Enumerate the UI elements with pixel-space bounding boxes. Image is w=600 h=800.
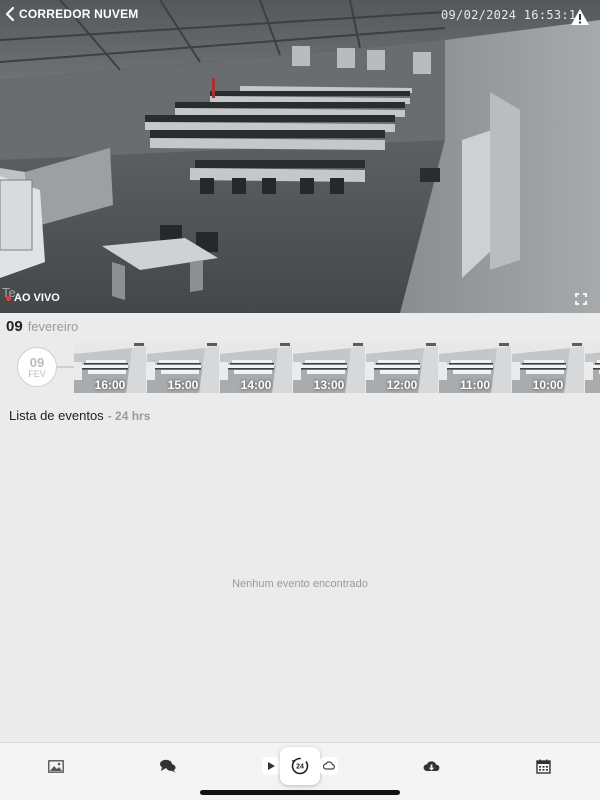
- tab-cloud-download[interactable]: [416, 755, 446, 777]
- thumbnail-time: 15:00: [167, 378, 199, 392]
- cloud-icon-small: [323, 761, 335, 770]
- recording-thumbnail[interactable]: 16:00: [74, 342, 146, 393]
- day-selector[interactable]: 09 FEV: [17, 347, 57, 387]
- live-label: AO VIVO: [14, 292, 60, 304]
- recording-thumbnail[interactable]: 13:00: [293, 342, 365, 393]
- tab-gallery[interactable]: [41, 755, 71, 777]
- recording-thumbnail[interactable]: 15:00: [147, 342, 219, 393]
- camera-title: CORREDOR NUVEM: [19, 7, 139, 21]
- warning-icon[interactable]: [570, 8, 590, 26]
- fullscreen-icon[interactable]: [575, 293, 587, 305]
- date-day: 09: [6, 318, 23, 335]
- chat-icon: [160, 759, 176, 773]
- thumbnail-time: 12:00: [386, 378, 418, 392]
- home-indicator[interactable]: [200, 790, 400, 795]
- cloud-playback-button[interactable]: [320, 757, 338, 775]
- live-badge: AO VIVO: [6, 292, 60, 304]
- calendar-icon: [535, 759, 551, 774]
- tab-chat[interactable]: [153, 755, 183, 777]
- camera-scene: [0, 0, 600, 313]
- thumbnail-time: 14:00: [240, 378, 272, 392]
- chevron-left-icon: [5, 6, 15, 22]
- back-button[interactable]: CORREDOR NUVEM: [4, 6, 138, 22]
- events-range: - 24 hrs: [107, 409, 151, 423]
- recording-thumbnail[interactable]: 14:00: [220, 342, 292, 393]
- play-button[interactable]: [262, 757, 280, 775]
- playback-controls: 24: [262, 747, 338, 785]
- recording-timeline: 09 FEV 16:00 15:00 14:00 13:00 12:00 11:…: [0, 342, 600, 394]
- thumbnail-time: 13:00: [313, 378, 345, 392]
- thumbnail-scene: [585, 342, 600, 393]
- thumbnail-time: 16:00: [94, 378, 126, 392]
- thumbnail-strip[interactable]: 16:00 15:00 14:00 13:00 12:00 11:00 10:0…: [74, 342, 600, 393]
- day-selector-month: FEV: [28, 368, 46, 379]
- recording-thumbnail[interactable]: 12:00: [366, 342, 438, 393]
- camera-view[interactable]: CORREDOR NUVEM 09/02/2024 16:53:1 Te AO …: [0, 0, 600, 313]
- cloud-download-icon: [423, 760, 439, 771]
- tab-calendar[interactable]: [528, 755, 558, 777]
- svg-text:24: 24: [296, 764, 304, 771]
- 24h-replay-icon: 24: [291, 757, 309, 775]
- day-selector-day: 09: [29, 354, 45, 370]
- events-heading: Lista de eventos - 24 hrs: [9, 408, 150, 423]
- replay-24h-button[interactable]: 24: [280, 747, 320, 785]
- timeline-connector: [57, 366, 74, 368]
- date-month: fevereiro: [27, 319, 79, 334]
- recording-thumbnail[interactable]: 10:00: [512, 342, 584, 393]
- recording-thumbnail[interactable]: [585, 342, 600, 393]
- image-icon: [48, 759, 64, 773]
- recording-thumbnail[interactable]: 11:00: [439, 342, 511, 393]
- live-dot-icon: [6, 295, 11, 301]
- empty-events-message: Nenhum evento encontrado: [232, 578, 368, 590]
- thumbnail-time: 11:00: [459, 378, 491, 392]
- app-screen: CORREDOR NUVEM 09/02/2024 16:53:1 Te AO …: [0, 0, 600, 800]
- camera-timestamp: 09/02/2024 16:53:1: [441, 8, 575, 22]
- thumbnail-time: 10:00: [532, 378, 564, 392]
- play-icon: [268, 762, 275, 770]
- events-title: Lista de eventos: [9, 408, 104, 423]
- date-heading: 09 fevereiro: [6, 318, 78, 335]
